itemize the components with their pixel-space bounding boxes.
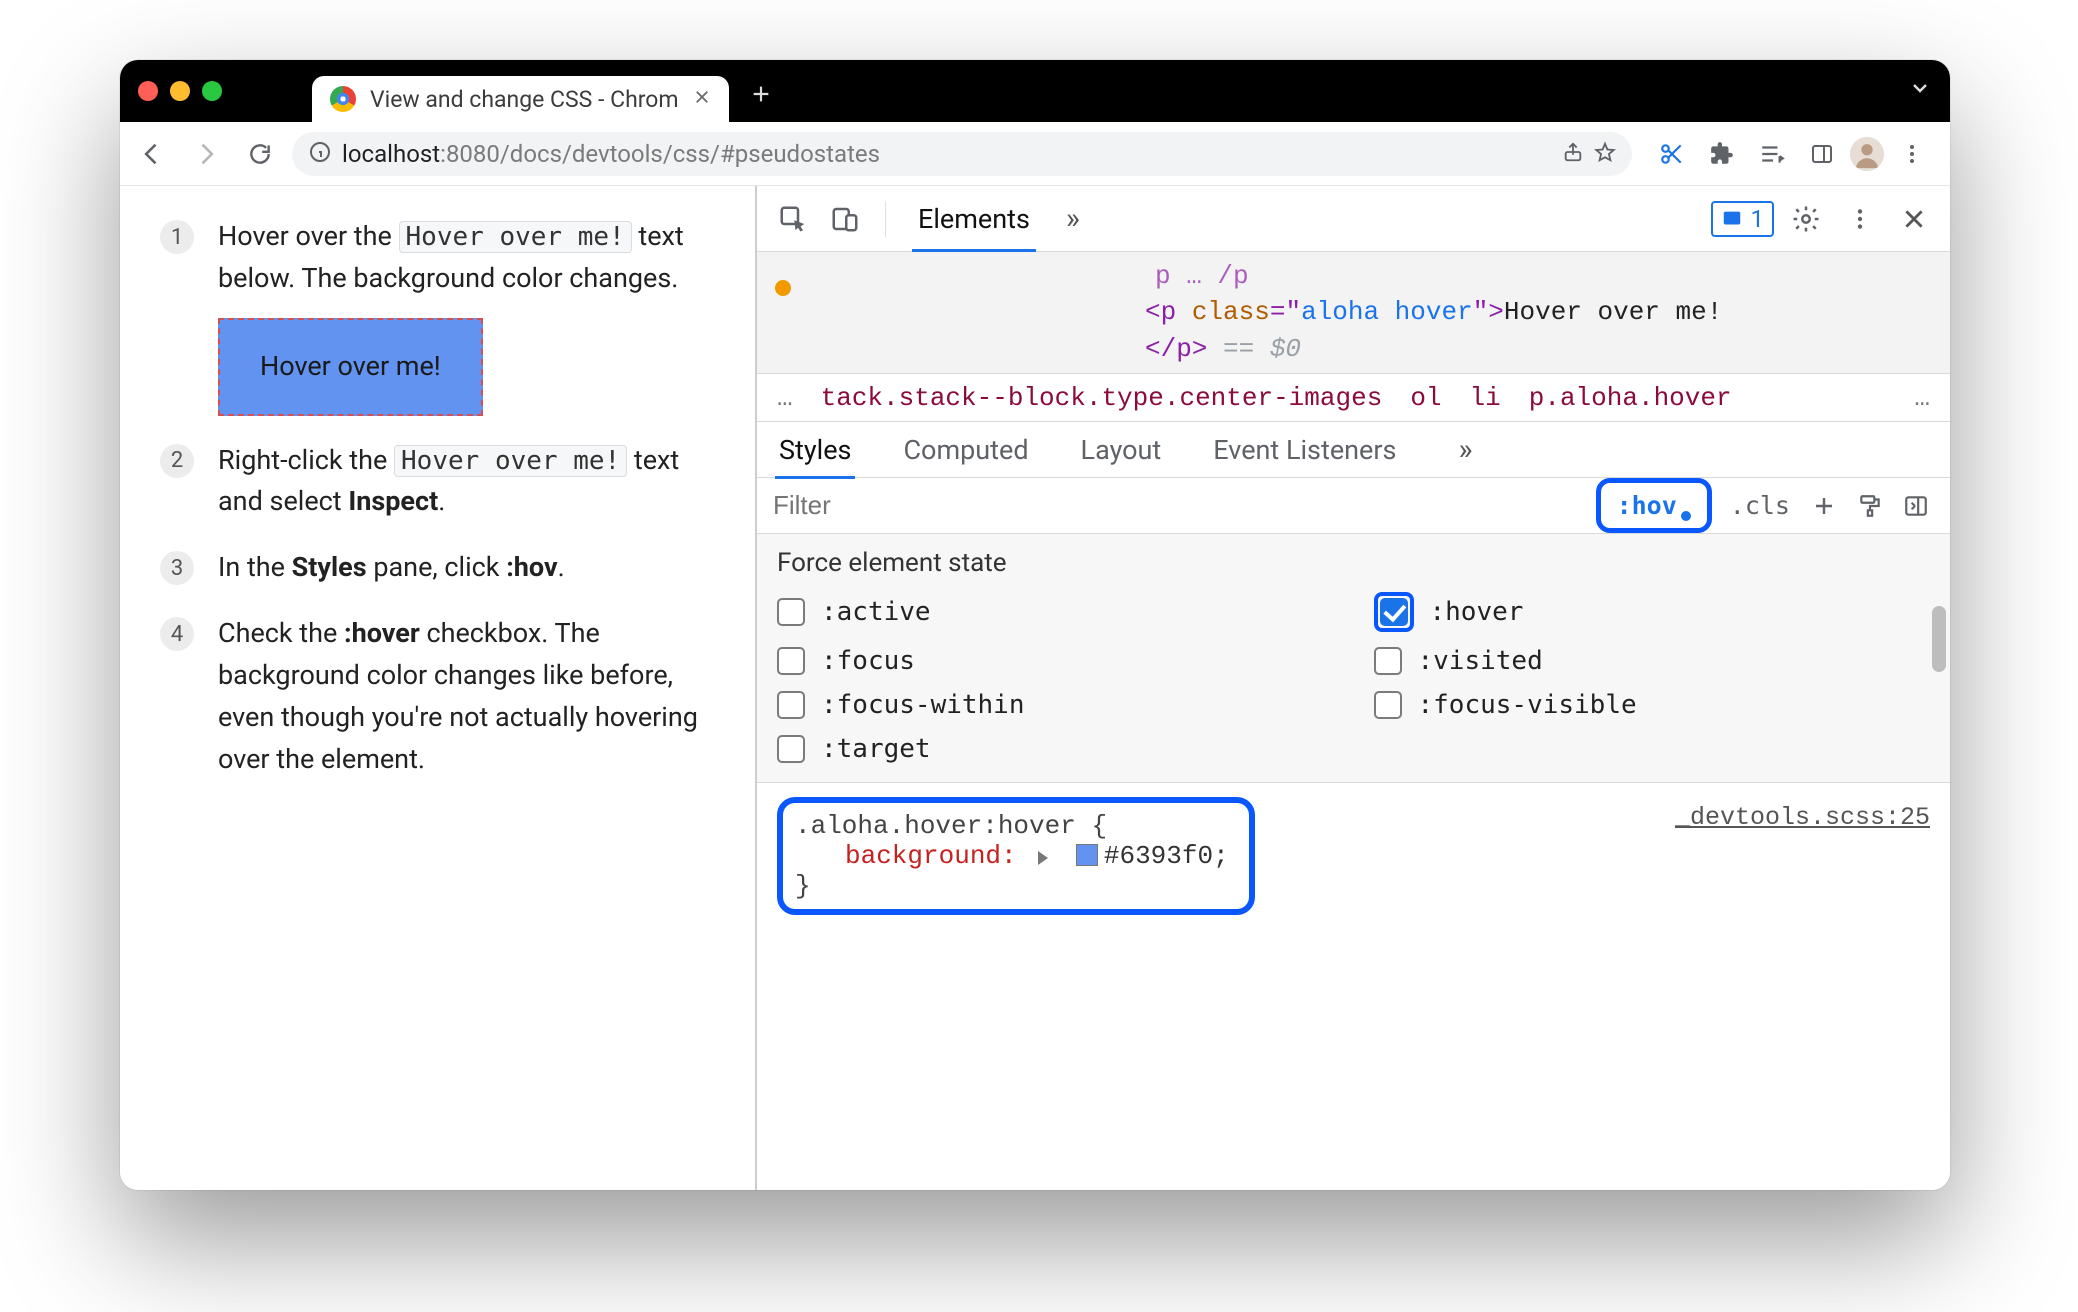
media-icon[interactable]	[1750, 132, 1794, 176]
side-panel-icon[interactable]	[1800, 132, 1844, 176]
expand-shorthand-icon[interactable]	[1038, 851, 1048, 865]
forward-button[interactable]	[184, 132, 228, 176]
css-rule-block[interactable]: .aloha.hover:hover { background: #6393f0…	[757, 783, 1950, 929]
extensions-icon[interactable]	[1700, 132, 1744, 176]
checkbox-focus-visible[interactable]: :focus-visible	[1374, 690, 1931, 720]
checkbox-focus[interactable]: :focus	[777, 646, 1334, 676]
tab-elements[interactable]: Elements	[904, 187, 1044, 251]
code-chip: Hover over me!	[394, 445, 627, 477]
styles-filter-row: :hov .cls	[757, 478, 1950, 534]
dom-tree[interactable]: p … /p <p class="aloha hover">Hover over…	[757, 252, 1950, 374]
styles-filter-input[interactable]	[757, 490, 1596, 521]
code-chip: Hover over me!	[399, 221, 632, 253]
chrome-favicon-icon	[330, 86, 356, 112]
step-3: 3 In the Styles pane, click :hov.	[160, 547, 729, 589]
styles-tabbar: Styles Computed Layout Event Listeners »	[757, 422, 1950, 478]
step-number: 1	[160, 220, 194, 254]
back-button[interactable]	[130, 132, 174, 176]
hov-toggle-button[interactable]: :hov	[1607, 487, 1701, 524]
tab-layout[interactable]: Layout	[1077, 422, 1166, 478]
titlebar: View and change CSS - Chrom	[120, 60, 1950, 122]
reload-button[interactable]	[238, 132, 282, 176]
step-number: 2	[160, 444, 194, 478]
new-rule-icon[interactable]	[1804, 486, 1844, 526]
tabs-dropdown-icon[interactable]	[1908, 76, 1932, 106]
tab-computed[interactable]: Computed	[899, 422, 1032, 478]
close-window-icon[interactable]	[138, 81, 158, 101]
step-4: 4 Check the :hover checkbox. The backgro…	[160, 613, 729, 780]
url-toolbar: localhost:8080/docs/devtools/css/#pseudo…	[120, 122, 1950, 186]
paint-icon[interactable]	[1850, 486, 1890, 526]
rendered-page: 1 Hover over the Hover over me! text bel…	[120, 186, 756, 1190]
inspect-element-icon[interactable]	[771, 197, 815, 241]
step-1: 1 Hover over the Hover over me! text bel…	[160, 216, 729, 416]
profile-avatar[interactable]	[1850, 137, 1884, 171]
issues-count: 1	[1751, 205, 1765, 233]
rule-source-link[interactable]: _devtools.scss:25	[1675, 797, 1930, 832]
checkbox-focus-within[interactable]: :focus-within	[777, 690, 1334, 720]
chrome-menu-icon[interactable]	[1890, 132, 1934, 176]
scissors-icon[interactable]	[1650, 132, 1694, 176]
window-controls	[138, 81, 222, 101]
force-state-panel: Force element state :active :hover :focu…	[757, 534, 1950, 783]
steps-list: 1 Hover over the Hover over me! text bel…	[160, 216, 729, 780]
rule-property[interactable]: background:	[845, 841, 1017, 871]
step-2: 2 Right-click the Hover over me! text an…	[160, 440, 729, 524]
browser-tab[interactable]: View and change CSS - Chrom	[312, 76, 729, 122]
step-number: 3	[160, 551, 194, 585]
close-tab-icon[interactable]	[693, 88, 711, 110]
settings-icon[interactable]	[1784, 197, 1828, 241]
cls-toggle-button[interactable]: .cls	[1722, 491, 1798, 520]
rule-close-brace: }	[795, 871, 1229, 901]
rule-value[interactable]: #6393f0;	[1104, 841, 1229, 871]
issues-badge[interactable]: 1	[1711, 201, 1775, 237]
scrollbar-thumb[interactable]	[1932, 606, 1946, 672]
devtools-panel: Elements » 1	[756, 186, 1950, 1190]
tab-title: View and change CSS - Chrom	[370, 86, 679, 113]
more-styles-tabs-icon[interactable]: »	[1444, 432, 1486, 467]
dom-breadcrumb[interactable]: … tack.stack--block.type.center-images o…	[757, 374, 1950, 422]
minimize-window-icon[interactable]	[170, 81, 190, 101]
devtools-toolbar: Elements » 1	[757, 186, 1950, 252]
tab-styles[interactable]: Styles	[775, 422, 855, 478]
new-tab-button[interactable]	[743, 76, 779, 112]
close-devtools-icon[interactable]	[1892, 197, 1936, 241]
more-tabs-icon[interactable]: »	[1052, 201, 1094, 236]
step-number: 4	[160, 617, 194, 651]
url-text: localhost:8080/docs/devtools/css/#pseudo…	[342, 140, 880, 168]
kebab-menu-icon[interactable]	[1838, 197, 1882, 241]
share-icon[interactable]	[1562, 141, 1584, 167]
color-swatch-icon[interactable]	[1076, 844, 1098, 866]
force-state-title: Force element state	[777, 548, 1930, 578]
site-info-icon[interactable]	[308, 140, 332, 168]
maximize-window-icon[interactable]	[202, 81, 222, 101]
computed-panel-icon[interactable]	[1896, 486, 1936, 526]
checkbox-target[interactable]: :target	[777, 734, 1334, 764]
device-toggle-icon[interactable]	[823, 197, 867, 241]
checkbox-hover[interactable]: :hover	[1374, 592, 1931, 632]
rule-selector[interactable]: .aloha.hover:hover {	[795, 811, 1229, 841]
hover-demo-element[interactable]: Hover over me!	[218, 318, 483, 416]
active-indicator-icon	[1681, 511, 1691, 521]
browser-window: View and change CSS - Chrom	[120, 60, 1950, 1190]
checkbox-active[interactable]: :active	[777, 592, 1334, 632]
checkbox-visited[interactable]: :visited	[1374, 646, 1931, 676]
bookmark-icon[interactable]	[1594, 141, 1616, 167]
tab-event-listeners[interactable]: Event Listeners	[1209, 422, 1400, 478]
address-bar[interactable]: localhost:8080/docs/devtools/css/#pseudo…	[292, 132, 1632, 176]
